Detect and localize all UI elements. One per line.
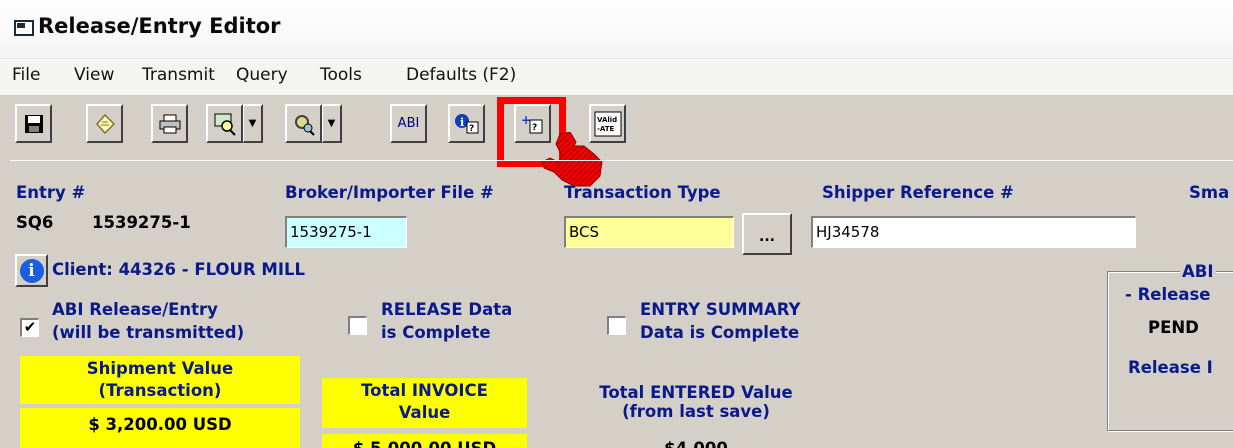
entry-summary-label-line1: ENTRY SUMMARY bbox=[640, 300, 801, 319]
pointing-hand-icon bbox=[541, 132, 603, 187]
svg-text:i: i bbox=[460, 116, 464, 129]
invoice-value-title: Total INVOICE bbox=[361, 381, 488, 400]
title-bar: Release/Entry Editor bbox=[0, 0, 1233, 58]
transaction-type-input[interactable]: BCS bbox=[564, 216, 734, 248]
transaction-type-label: Transaction Type bbox=[564, 183, 721, 202]
abi-release-status-label: - Release bbox=[1125, 285, 1211, 304]
entered-value-header: Total ENTERED Value (from last save) bbox=[566, 383, 826, 421]
query-button[interactable] bbox=[285, 104, 322, 143]
svg-text:VAlid: VAlid bbox=[597, 116, 617, 124]
broker-file-input[interactable]: 1539275-1 bbox=[285, 216, 407, 248]
abi-release-label-line1: ABI Release/Entry bbox=[52, 300, 218, 319]
entered-value: $4,000 bbox=[566, 434, 826, 448]
release-info-label: Release I bbox=[1128, 358, 1213, 377]
toolbar: ▼ ▼ ABI i ? + ? VAlid -ATE bbox=[0, 95, 1233, 157]
info-query-icon: i ? bbox=[454, 113, 478, 134]
lookup-button[interactable] bbox=[206, 104, 243, 143]
menu-query[interactable]: Query bbox=[236, 65, 288, 85]
release-complete-label-line1: RELEASE Data bbox=[381, 300, 513, 319]
dropdown-arrow-icon: ▼ bbox=[327, 118, 336, 129]
release-complete-label-line2: is Complete bbox=[381, 323, 491, 342]
menu-defaults[interactable]: Defaults (F2) bbox=[406, 65, 516, 85]
info-icon: i bbox=[19, 258, 44, 283]
print-button[interactable] bbox=[151, 104, 188, 143]
shipper-reference-label: Shipper Reference # bbox=[822, 183, 1014, 202]
entry-number: 1539275-1 bbox=[92, 213, 191, 232]
notepad-icon bbox=[95, 113, 115, 134]
window-icon bbox=[14, 20, 34, 36]
client-info-button[interactable]: i bbox=[15, 254, 48, 287]
query-dropdown-button[interactable]: ▼ bbox=[322, 104, 342, 143]
client-label: Client: 44326 - FLOUR MILL bbox=[52, 260, 305, 279]
entered-value-title: Total ENTERED Value bbox=[599, 383, 793, 402]
shipment-value-header: Shipment Value (Transaction) bbox=[20, 356, 300, 404]
entered-value-subtitle: (from last save) bbox=[622, 402, 770, 421]
invoice-value: $ 5,000.00 USD bbox=[322, 434, 527, 448]
broker-label: Broker/Importer File # bbox=[285, 183, 494, 202]
gear-search-icon bbox=[294, 114, 315, 136]
release-complete-checkbox[interactable] bbox=[348, 316, 367, 335]
printer-icon bbox=[159, 114, 180, 133]
entry-summary-checkbox[interactable] bbox=[607, 316, 626, 335]
menu-transmit[interactable]: Transmit bbox=[142, 65, 215, 85]
small-label-cut: Sma bbox=[1189, 183, 1230, 202]
entry-summary-label-line2: Data is Complete bbox=[640, 323, 800, 342]
entry-label: Entry # bbox=[16, 183, 86, 202]
save-icon bbox=[24, 114, 43, 133]
menu-file[interactable]: File bbox=[12, 65, 40, 85]
shipment-value-subtitle: (Transaction) bbox=[98, 381, 222, 400]
abi-release-status: PEND bbox=[1148, 318, 1199, 337]
menu-bar: File View Transmit Query Tools Defaults … bbox=[0, 58, 1233, 96]
dropdown-arrow-icon: ▼ bbox=[248, 118, 257, 129]
abi-release-label-line2: (will be transmitted) bbox=[52, 323, 245, 342]
svg-text:?: ? bbox=[469, 124, 474, 134]
abi-status-title: ABI bbox=[1180, 262, 1216, 281]
shipment-value: $ 3,200.00 USD bbox=[20, 408, 300, 448]
invoice-value-subtitle: Value bbox=[398, 403, 451, 422]
menu-view[interactable]: View bbox=[74, 65, 114, 85]
abi-release-checkbox[interactable]: ✔ bbox=[20, 318, 39, 337]
shipment-value-title: Shipment Value bbox=[86, 359, 234, 378]
notes-button[interactable] bbox=[86, 104, 123, 143]
monitor-search-icon bbox=[214, 113, 236, 136]
divider bbox=[10, 160, 1233, 161]
transaction-type-browse-button[interactable]: ... bbox=[742, 213, 792, 255]
lookup-dropdown-button[interactable]: ▼ bbox=[243, 104, 263, 143]
menu-tools[interactable]: Tools bbox=[320, 65, 362, 85]
abi-button[interactable]: ABI bbox=[390, 104, 427, 143]
entry-prefix: SQ6 bbox=[16, 213, 54, 232]
shipper-reference-input[interactable]: HJ34578 bbox=[811, 216, 1136, 248]
abi-label: ABI bbox=[397, 116, 420, 131]
window-title: Release/Entry Editor bbox=[38, 14, 281, 38]
invoice-value-header: Total INVOICE Value bbox=[322, 378, 527, 428]
info-query-button[interactable]: i ? bbox=[448, 104, 485, 143]
save-button[interactable] bbox=[15, 104, 52, 143]
